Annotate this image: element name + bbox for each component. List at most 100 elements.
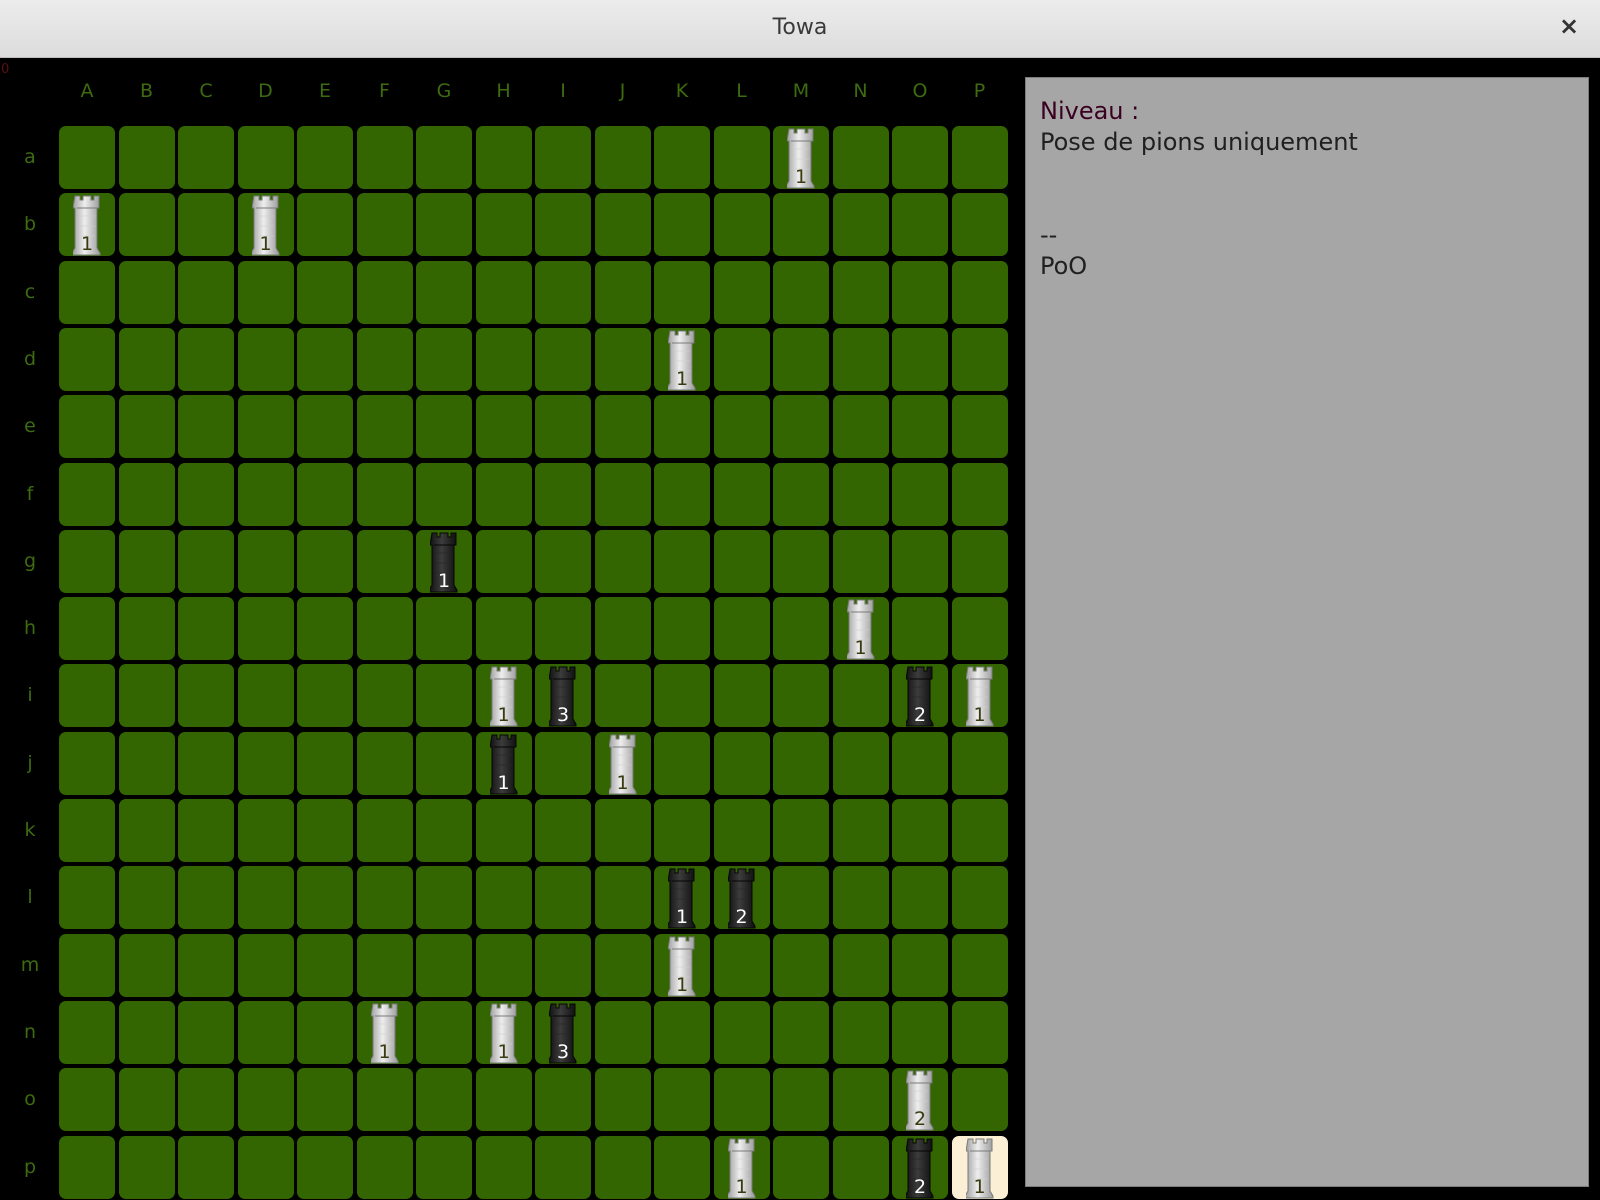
board-cell-Kf[interactable] — [654, 462, 710, 526]
board-cell-Pn[interactable] — [951, 1000, 1008, 1064]
board-cell-Da[interactable] — [237, 126, 294, 189]
board-cell-Mg[interactable] — [773, 529, 829, 593]
board-cell-Ji[interactable] — [594, 664, 651, 728]
board-cell-Oo[interactable]: 2 — [892, 1068, 948, 1132]
board-cell-Nh[interactable]: 1 — [832, 597, 889, 661]
board-cell-Mb[interactable] — [773, 193, 829, 257]
board-cell-Fd[interactable] — [356, 327, 413, 391]
board-cell-Fk[interactable] — [356, 799, 413, 862]
board-cell-Fo[interactable] — [356, 1068, 413, 1132]
board-cell-Dl[interactable] — [237, 866, 294, 930]
board-cell-Cc[interactable] — [178, 260, 234, 324]
board-cell-Fm[interactable] — [356, 933, 413, 997]
board-cell-Ko[interactable] — [654, 1068, 710, 1132]
board-cell-Lg[interactable] — [713, 529, 770, 593]
board-cell-Aa[interactable] — [59, 126, 115, 189]
board-cell-Fb[interactable] — [356, 193, 413, 257]
board-cell-Dm[interactable] — [237, 933, 294, 997]
board-cell-Kp[interactable] — [654, 1135, 710, 1199]
board-cell-Ik[interactable] — [535, 799, 591, 862]
board-cell-Pk[interactable] — [951, 799, 1008, 862]
board-cell-Hh[interactable] — [475, 597, 532, 661]
board-cell-Ed[interactable] — [297, 327, 353, 391]
board-cell-Jb[interactable] — [594, 193, 651, 257]
board-cell-Cp[interactable] — [178, 1135, 234, 1199]
board-cell-Dg[interactable] — [237, 529, 294, 593]
board-cell-Jh[interactable] — [594, 597, 651, 661]
board-cell-Kb[interactable] — [654, 193, 710, 257]
board-cell-Ck[interactable] — [178, 799, 234, 862]
board-cell-Af[interactable] — [59, 462, 115, 526]
board-cell-Ai[interactable] — [59, 664, 115, 728]
board-cell-Kk[interactable] — [654, 799, 710, 862]
board-cell-Cm[interactable] — [178, 933, 234, 997]
board-cell-La[interactable] — [713, 126, 770, 189]
board-cell-Fi[interactable] — [356, 664, 413, 728]
board-cell-Bg[interactable] — [118, 529, 175, 593]
board-cell-Bi[interactable] — [118, 664, 175, 728]
board-cell-Cf[interactable] — [178, 462, 234, 526]
board-cell-Ig[interactable] — [535, 529, 591, 593]
board-cell-Ih[interactable] — [535, 597, 591, 661]
board-cell-No[interactable] — [832, 1068, 889, 1132]
board-cell-Bp[interactable] — [118, 1135, 175, 1199]
board-cell-Km[interactable]: 1 — [654, 933, 710, 997]
board-cell-If[interactable] — [535, 462, 591, 526]
board-cell-Po[interactable] — [951, 1068, 1008, 1132]
board-cell-Ga[interactable] — [416, 126, 472, 189]
board-cell-Gc[interactable] — [416, 260, 472, 324]
board-cell-Ah[interactable] — [59, 597, 115, 661]
board-cell-Hj[interactable]: 1 — [475, 731, 532, 795]
board-cell-Pa[interactable] — [951, 126, 1008, 189]
board-cell-Nj[interactable] — [832, 731, 889, 795]
board-cell-Hn[interactable]: 1 — [475, 1000, 532, 1064]
board-cell-Kj[interactable] — [654, 731, 710, 795]
board-cell-Io[interactable] — [535, 1068, 591, 1132]
board-cell-Lm[interactable] — [713, 933, 770, 997]
board-cell-Ic[interactable] — [535, 260, 591, 324]
board-cell-In[interactable]: 3 — [535, 1000, 591, 1064]
board-cell-Np[interactable] — [832, 1135, 889, 1199]
board-cell-Ef[interactable] — [297, 462, 353, 526]
board-cell-Bo[interactable] — [118, 1068, 175, 1132]
board-cell-Fh[interactable] — [356, 597, 413, 661]
board-cell-Nf[interactable] — [832, 462, 889, 526]
board-cell-Dn[interactable] — [237, 1000, 294, 1064]
board-cell-Fl[interactable] — [356, 866, 413, 930]
board-cell-Bk[interactable] — [118, 799, 175, 862]
board-cell-Jp[interactable] — [594, 1135, 651, 1199]
board-cell-He[interactable] — [475, 395, 532, 459]
board-cell-Aj[interactable] — [59, 731, 115, 795]
board-cell-Gn[interactable] — [416, 1000, 472, 1064]
board-cell-Dh[interactable] — [237, 597, 294, 661]
board-cell-Ng[interactable] — [832, 529, 889, 593]
board-cell-Od[interactable] — [892, 327, 948, 391]
board-cell-Gg[interactable]: 1 — [416, 529, 472, 593]
board-cell-Ke[interactable] — [654, 395, 710, 459]
board-cell-Ba[interactable] — [118, 126, 175, 189]
board-cell-Il[interactable] — [535, 866, 591, 930]
board-cell-Ca[interactable] — [178, 126, 234, 189]
board-cell-Mi[interactable] — [773, 664, 829, 728]
board-cell-Bm[interactable] — [118, 933, 175, 997]
board-cell-En[interactable] — [297, 1000, 353, 1064]
board-cell-Hd[interactable] — [475, 327, 532, 391]
board-cell-Bn[interactable] — [118, 1000, 175, 1064]
board-cell-Ma[interactable]: 1 — [773, 126, 829, 189]
board-cell-Na[interactable] — [832, 126, 889, 189]
board-cell-Jf[interactable] — [594, 462, 651, 526]
board-cell-Di[interactable] — [237, 664, 294, 728]
board-cell-Nm[interactable] — [832, 933, 889, 997]
board-cell-Kn[interactable] — [654, 1000, 710, 1064]
board-cell-Gf[interactable] — [416, 462, 472, 526]
board-cell-Mh[interactable] — [773, 597, 829, 661]
board-cell-Ld[interactable] — [713, 327, 770, 391]
board-cell-Lf[interactable] — [713, 462, 770, 526]
board-cell-Eb[interactable] — [297, 193, 353, 257]
board-cell-Lp[interactable]: 1 — [713, 1135, 770, 1199]
board-cell-Pj[interactable] — [951, 731, 1008, 795]
board-cell-Bl[interactable] — [118, 866, 175, 930]
board-cell-Nd[interactable] — [832, 327, 889, 391]
board-cell-Fe[interactable] — [356, 395, 413, 459]
board-cell-Cn[interactable] — [178, 1000, 234, 1064]
